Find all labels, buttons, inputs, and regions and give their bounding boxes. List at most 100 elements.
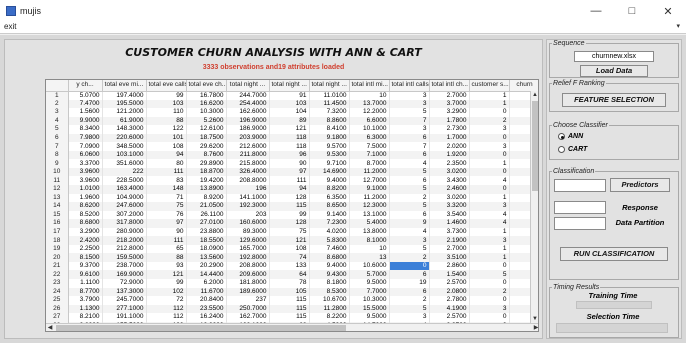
table-cell[interactable]: 71 — [146, 193, 187, 203]
table-cell[interactable]: 137.3000 — [102, 287, 147, 297]
column-header[interactable]: total intl ch... — [429, 80, 470, 92]
horizontal-scrollbar[interactable]: ◀ ▶ — [46, 323, 538, 331]
table-cell[interactable]: 88 — [146, 253, 187, 262]
table-cell[interactable]: 2.0200 — [429, 142, 470, 151]
table-cell[interactable]: 0 — [469, 296, 510, 305]
table-cell[interactable]: 7 — [389, 116, 430, 126]
table-cell[interactable]: 93 — [146, 261, 187, 271]
table-cell[interactable]: 8.9200 — [186, 193, 227, 203]
table-cell[interactable]: 91 — [269, 91, 310, 100]
table-cell[interactable]: 2.8600 — [429, 261, 470, 271]
row-number-cell[interactable]: 22 — [46, 270, 69, 280]
table-cell[interactable]: 115 — [269, 304, 310, 314]
radio-ann[interactable]: ANN — [558, 133, 583, 140]
table-cell[interactable]: 9.7100 — [309, 159, 350, 168]
row-number-cell[interactable]: 5 — [46, 125, 69, 134]
table-row[interactable]: 13 1.9600 104.9000 71 8.9200 141.1000 128 6.350… — [46, 193, 538, 203]
table-cell[interactable]: 9.4300 — [309, 270, 350, 280]
table-cell[interactable]: 195.5000 — [102, 99, 147, 109]
table-cell[interactable]: 12.6100 — [186, 125, 227, 134]
table-cell[interactable]: 4.0200 — [309, 227, 350, 237]
table-cell[interactable]: 9.4000 — [309, 176, 350, 186]
table-cell[interactable]: 8.2100 — [68, 313, 103, 322]
table-cell[interactable]: 8.4100 — [309, 125, 350, 134]
table-cell[interactable]: 2.7800 — [429, 296, 470, 305]
table-cell[interactable]: 0 — [469, 167, 510, 177]
table-cell[interactable]: 5 — [469, 270, 510, 280]
table-cell[interactable]: 118 — [269, 142, 310, 151]
table-cell[interactable]: 2.7000 — [429, 91, 470, 100]
table-cell[interactable]: 7.3200 — [309, 108, 350, 117]
scroll-right-icon[interactable]: ▶ — [532, 324, 538, 331]
table-cell[interactable]: 160.6000 — [226, 219, 270, 228]
table-cell[interactable]: 13 — [349, 253, 390, 262]
table-cell[interactable]: 8.2200 — [309, 313, 350, 322]
column-header[interactable]: customer s... — [469, 80, 510, 92]
table-cell[interactable]: 5.2600 — [186, 116, 227, 126]
table-cell[interactable]: 64 — [269, 270, 310, 280]
table-cell[interactable]: 247.6000 — [102, 202, 147, 211]
table-cell[interactable]: 10.6000 — [349, 261, 390, 271]
table-cell[interactable]: 2.4600 — [429, 185, 470, 194]
minimize-button[interactable]: — — [578, 0, 614, 22]
table-cell[interactable]: 163.4000 — [102, 185, 147, 194]
table-row[interactable]: 6 7.9800 220.6000 101 18.7500 203.9000 118 9.18… — [46, 133, 538, 143]
row-number-cell[interactable]: 9 — [46, 159, 69, 168]
table-cell[interactable]: 6.0600 — [68, 150, 103, 160]
table-cell[interactable]: 8.1000 — [349, 236, 390, 245]
table-cell[interactable]: 121 — [146, 270, 187, 280]
table-cell[interactable]: 317.8000 — [102, 219, 147, 228]
table-cell[interactable]: 111 — [269, 176, 310, 186]
row-number-header[interactable] — [46, 80, 69, 92]
partition-input[interactable] — [554, 217, 606, 230]
table-cell[interactable]: 228.5000 — [102, 176, 147, 186]
run-classification-button[interactable]: RUN CLASSIFICATION — [560, 247, 668, 261]
column-header[interactable]: total night ... — [269, 80, 310, 92]
table-cell[interactable]: 7.0900 — [68, 142, 103, 151]
table-cell[interactable]: 215.8000 — [226, 159, 270, 168]
table-row[interactable]: 23 1.1100 72.9000 99 6.2000 181.8000 78 8.1800 9… — [46, 279, 538, 288]
row-number-cell[interactable]: 3 — [46, 108, 69, 117]
table-cell[interactable]: 2 — [469, 287, 510, 297]
table-cell[interactable]: 6.3000 — [349, 133, 390, 143]
table-cell[interactable]: 121 — [269, 236, 310, 245]
table-cell[interactable]: 1.9200 — [429, 150, 470, 160]
table-cell[interactable]: 103.1000 — [102, 150, 147, 160]
table-cell[interactable]: 94 — [269, 185, 310, 194]
table-cell[interactable]: 122 — [146, 125, 187, 134]
table-row[interactable]: 15 8.5200 307.2000 76 26.1100 203 99 9.1400 13.1… — [46, 210, 538, 220]
table-cell[interactable]: 3 — [469, 236, 510, 245]
vertical-scroll-thumb[interactable] — [532, 101, 538, 191]
row-number-cell[interactable]: 1 — [46, 91, 69, 100]
table-cell[interactable]: 208.8000 — [226, 176, 270, 186]
menu-exit[interactable]: exit — [4, 22, 16, 31]
table-cell[interactable]: 1 — [469, 91, 510, 100]
column-header[interactable]: total eve mi... — [102, 80, 147, 92]
row-number-cell[interactable]: 14 — [46, 202, 69, 211]
table-cell[interactable]: 11.2000 — [349, 193, 390, 203]
table-cell[interactable]: 9.3700 — [68, 261, 103, 271]
table-cell[interactable]: 9.5000 — [349, 313, 390, 322]
table-cell[interactable]: 97 — [269, 167, 310, 177]
table-cell[interactable]: 3.2900 — [429, 108, 470, 117]
radio-cart[interactable]: CART — [558, 146, 587, 153]
table-row[interactable]: 25 3.7900 245.7000 72 20.8400 237 115 10.6700 10… — [46, 296, 538, 305]
table-cell[interactable]: 13.5600 — [186, 253, 227, 262]
table-cell[interactable]: 1.0100 — [68, 185, 103, 194]
table-cell[interactable]: 18.5500 — [186, 236, 227, 245]
table-cell[interactable]: 2.1900 — [429, 236, 470, 245]
table-cell[interactable]: 3.3700 — [68, 159, 103, 168]
table-cell[interactable]: 105 — [269, 287, 310, 297]
column-header[interactable]: total night ... — [226, 80, 270, 92]
table-row[interactable]: 4 9.9000 61.9000 88 5.2600 196.9000 89 8.8600 6.… — [46, 116, 538, 126]
table-cell[interactable]: 8.6200 — [68, 202, 103, 211]
table-cell[interactable]: 162.7000 — [226, 313, 270, 322]
table-cell[interactable]: 5 — [389, 167, 430, 177]
table-cell[interactable]: 16.6200 — [186, 99, 227, 109]
table-cell[interactable]: 9.9000 — [68, 116, 103, 126]
table-cell[interactable]: 4 — [469, 176, 510, 186]
predictors-button[interactable]: Predictors — [610, 178, 670, 192]
table-cell[interactable]: 14.6900 — [309, 167, 350, 177]
table-cell[interactable]: 11.4500 — [309, 99, 350, 109]
table-cell[interactable]: 5 — [389, 108, 430, 117]
